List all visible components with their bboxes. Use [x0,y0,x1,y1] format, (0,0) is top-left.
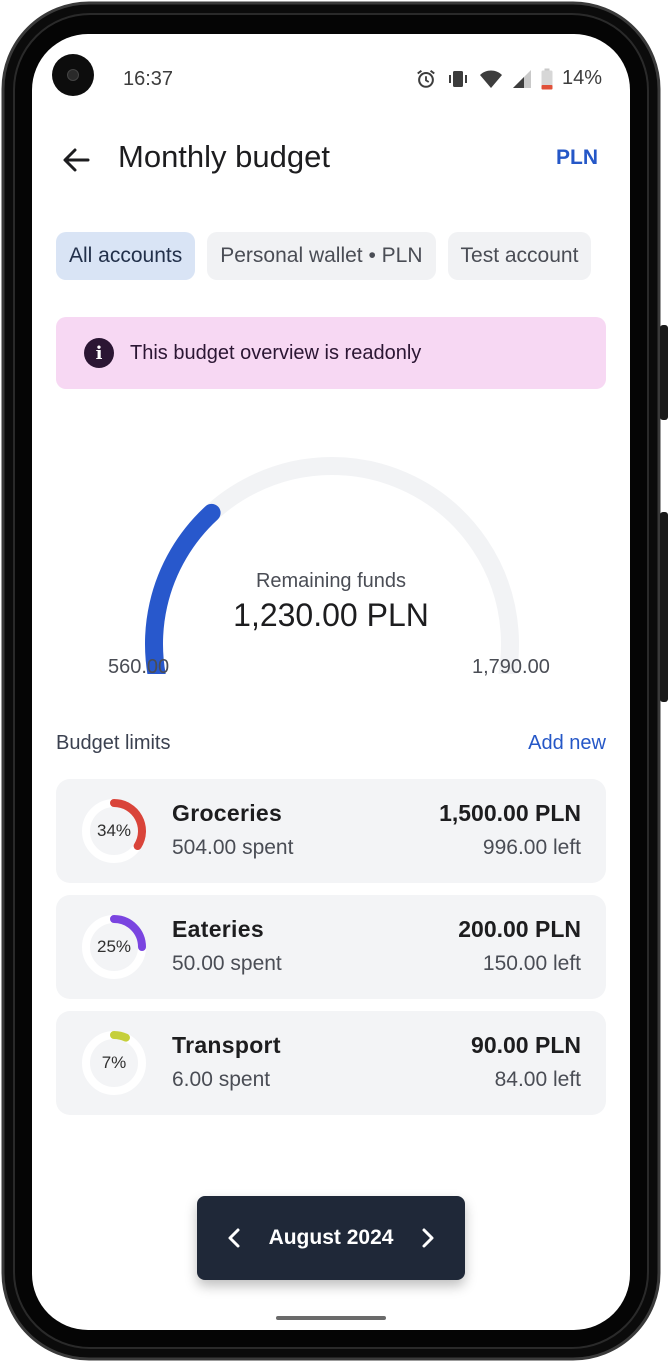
limit-spent: 504.00 spent [172,836,294,859]
limit-amount: 1,500.00 PLN [439,800,581,826]
chip-personal-wallet[interactable]: Personal wallet • PLN [207,232,436,280]
limit-spent: 50.00 spent [172,952,282,975]
status-icons: 14% [415,67,602,90]
chip-all-accounts[interactable]: All accounts [56,232,196,280]
arrow-back-icon[interactable] [60,144,92,176]
limit-percent: 34% [96,821,132,840]
wifi-icon [479,70,502,88]
gauge-min-label: 560.00 [108,656,170,678]
currency-button[interactable]: PLN [556,146,598,170]
readonly-banner: i This budget overview is readonly [56,317,606,389]
chevron-right-icon[interactable] [413,1222,441,1254]
banner-text: This budget overview is readonly [130,341,422,364]
budget-limits-heading: Budget limits [56,732,171,754]
limit-amount: 200.00 PLN [458,916,581,942]
home-indicator[interactable] [276,1316,386,1320]
camera-cutout [52,54,94,96]
limit-spent: 6.00 spent [172,1068,271,1091]
remaining-funds-gauge [145,457,519,674]
limit-card-groceries[interactable]: 34% Groceries 504.00 spent 1,500.00 PLN … [56,779,606,883]
page-title: Monthly budget [118,139,330,174]
limit-left: 996.00 left [482,836,581,859]
limit-percent: 7% [101,1053,127,1072]
status-bar: 16:37 14% [32,34,630,122]
account-filter-chips: All accounts Personal wallet • PLN Test … [56,232,606,280]
limit-category-name: Eateries [172,916,264,942]
chip-test-account[interactable]: Test account [447,232,592,280]
app-screen: 16:37 14% Monthly budget PLN All account… [32,34,630,1330]
month-picker: August 2024 [197,1196,465,1280]
info-icon: i [84,338,114,368]
vibrate-icon [448,70,467,87]
limit-card-eateries[interactable]: 25% Eateries 50.00 spent 200.00 PLN 150.… [56,895,606,999]
remaining-funds-value: 1,230.00 PLN [233,597,429,633]
battery-percent: 14% [561,67,602,89]
cellular-signal-icon [512,69,531,88]
limit-percent: 25% [96,937,132,956]
status-time: 16:37 [123,68,174,90]
limit-amount: 90.00 PLN [471,1032,581,1058]
gauge-fill [145,503,221,674]
battery-low-icon [541,68,553,89]
limit-category-name: Groceries [172,800,283,826]
limit-card-transport[interactable]: 7% Transport 6.00 spent 90.00 PLN 84.00 … [56,1011,606,1115]
limit-left: 84.00 left [494,1068,581,1091]
add-new-limit-button[interactable]: Add new [528,732,606,755]
alarm-icon [417,69,435,88]
gauge-label: Remaining funds [255,570,407,592]
limit-category-name: Transport [172,1032,281,1058]
gauge-max-label: 1,790.00 [472,656,550,678]
app-header: Monthly budget PLN [32,130,630,194]
limit-left: 150.00 left [482,952,581,975]
